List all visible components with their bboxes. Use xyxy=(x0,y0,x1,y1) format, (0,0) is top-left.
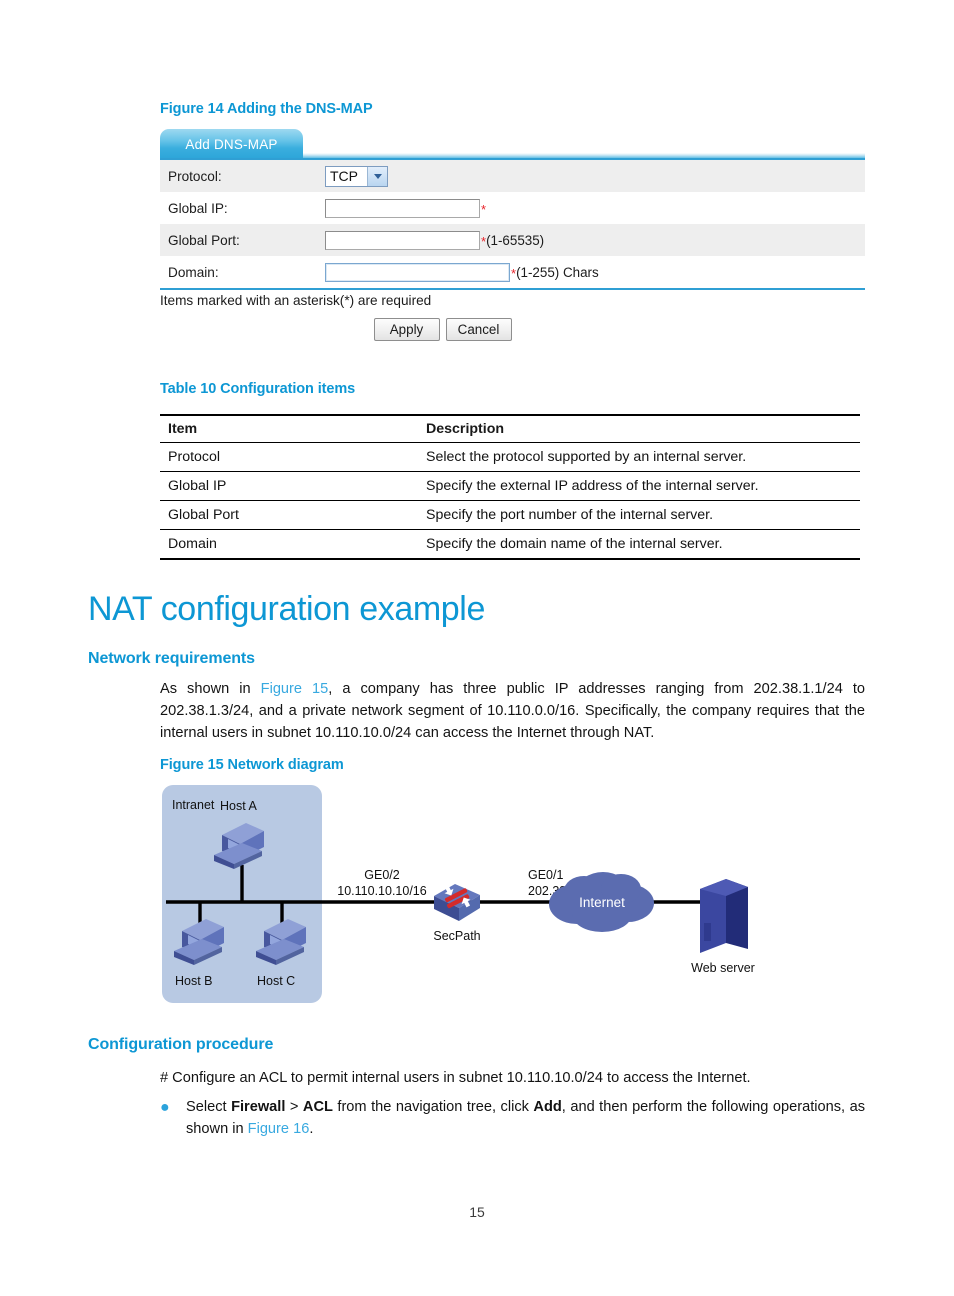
bullet-bold-acl: ACL xyxy=(302,1099,333,1115)
cell-description: Specify the port number of the internal … xyxy=(418,500,860,530)
cell-item: Domain xyxy=(160,529,418,560)
table-row: Global Port Specify the port number of t… xyxy=(160,500,860,530)
domain-length-hint: (1-255) Chars xyxy=(516,264,599,280)
iface-right-name: GE0/1 xyxy=(528,868,563,882)
secpath-label: SecPath xyxy=(433,929,480,943)
bullet-icon: ● xyxy=(160,1099,170,1116)
global-ip-required-asterisk: * xyxy=(481,201,487,217)
bullet-text: Select Firewall > ACL from the navigatio… xyxy=(186,1096,865,1140)
netreq-text-part1: As shown in xyxy=(160,681,261,697)
cell-description: Select the protocol supported by an inte… xyxy=(418,442,860,472)
figure-16-xref[interactable]: Figure 16 xyxy=(248,1121,310,1137)
global-port-input[interactable] xyxy=(325,230,480,250)
form-row-protocol: Protocol: TCP xyxy=(160,160,865,192)
table-row: Protocol Select the protocol supported b… xyxy=(160,442,860,472)
configuration-items-table: Item Description Protocol Select the pro… xyxy=(160,414,860,560)
table-header-row: Item Description xyxy=(160,414,860,443)
iface-left-name: GE0/2 xyxy=(364,868,399,882)
bullet-part1: Select xyxy=(186,1099,232,1115)
tab-underline xyxy=(303,153,865,160)
configuration-procedure-heading: Configuration procedure xyxy=(88,1036,274,1053)
global-port-label: Global Port: xyxy=(168,232,240,248)
apply-button[interactable]: Apply xyxy=(373,318,440,341)
secpath-router-icon: SecPath xyxy=(433,884,481,943)
table-10-caption: Table 10 Configuration items xyxy=(160,381,356,397)
add-dnsmap-form: Add DNS-MAP Protocol: TCP Global IP: * G… xyxy=(160,129,865,341)
protocol-selected-value: TCP xyxy=(330,167,358,184)
internet-cloud-icon: Internet xyxy=(549,872,654,932)
table-row: Domain Specify the domain name of the in… xyxy=(160,529,860,560)
required-fields-note: Items marked with an asterisk(*) are req… xyxy=(160,288,865,308)
intranet-label: Intranet xyxy=(172,798,215,812)
bullet-part3: from the navigation tree, click xyxy=(332,1099,534,1115)
global-ip-label: Global IP: xyxy=(168,200,228,216)
form-row-global-port: Global Port: * (1-65535) xyxy=(160,224,865,256)
web-server-label: Web server xyxy=(691,961,755,975)
column-header-item: Item xyxy=(160,414,418,443)
iface-left-address: 10.110.10.10/16 xyxy=(337,884,426,898)
cell-item: Protocol xyxy=(160,442,418,472)
global-ip-input[interactable] xyxy=(325,198,480,218)
network-diagram-figure: Intranet Host A Host B Host C GE0/2 10.1… xyxy=(160,783,865,1008)
cell-description: Specify the external IP address of the i… xyxy=(418,471,860,501)
form-button-bar: Apply Cancel xyxy=(160,318,865,341)
protocol-label: Protocol: xyxy=(168,168,222,184)
cell-item: Global IP xyxy=(160,471,418,501)
network-requirements-heading: Network requirements xyxy=(88,650,255,667)
column-header-description: Description xyxy=(418,414,860,443)
figure-15-xref[interactable]: Figure 15 xyxy=(261,681,329,697)
page-title: NAT configuration example xyxy=(88,590,485,628)
page-number: 15 xyxy=(469,1204,485,1220)
domain-label: Domain: xyxy=(168,264,219,280)
global-port-range-hint: (1-65535) xyxy=(486,232,545,248)
domain-input[interactable] xyxy=(325,262,510,282)
form-row-domain: Domain: * (1-255) Chars xyxy=(160,256,865,288)
form-row-global-ip: Global IP: * xyxy=(160,192,865,224)
configuration-procedure-bullet-item: ● Select Firewall > ACL from the navigat… xyxy=(160,1096,865,1140)
bullet-bold-add: Add xyxy=(533,1099,562,1115)
figure-14-caption: Figure 14 Adding the DNS-MAP xyxy=(160,101,373,117)
configuration-procedure-paragraph: # Configure an ACL to permit internal us… xyxy=(160,1070,751,1086)
host-b-label: Host B xyxy=(175,974,213,988)
host-a-label: Host A xyxy=(220,799,257,813)
web-server-icon: Web server xyxy=(691,879,755,975)
host-c-label: Host C xyxy=(257,974,295,988)
tab-add-dnsmap[interactable]: Add DNS-MAP xyxy=(160,129,303,160)
document-page: Figure 14 Adding the DNS-MAP Add DNS-MAP… xyxy=(0,0,954,1296)
protocol-select[interactable]: TCP xyxy=(325,165,388,187)
chevron-down-icon[interactable] xyxy=(367,166,387,186)
cell-item: Global Port xyxy=(160,500,418,530)
form-tab-strip: Add DNS-MAP xyxy=(160,129,865,160)
table-row: Global IP Specify the external IP addres… xyxy=(160,471,860,501)
bullet-part2: > xyxy=(285,1099,303,1115)
bullet-part5: . xyxy=(309,1121,314,1138)
figure-15-caption: Figure 15 Network diagram xyxy=(160,757,344,773)
bullet-bold-firewall: Firewall xyxy=(231,1099,286,1115)
cancel-button[interactable]: Cancel xyxy=(445,318,512,341)
cell-description: Specify the domain name of the internal … xyxy=(418,529,860,560)
network-requirements-paragraph: As shown in Figure 15, a company has thr… xyxy=(160,678,865,745)
internet-label: Internet xyxy=(579,895,625,910)
